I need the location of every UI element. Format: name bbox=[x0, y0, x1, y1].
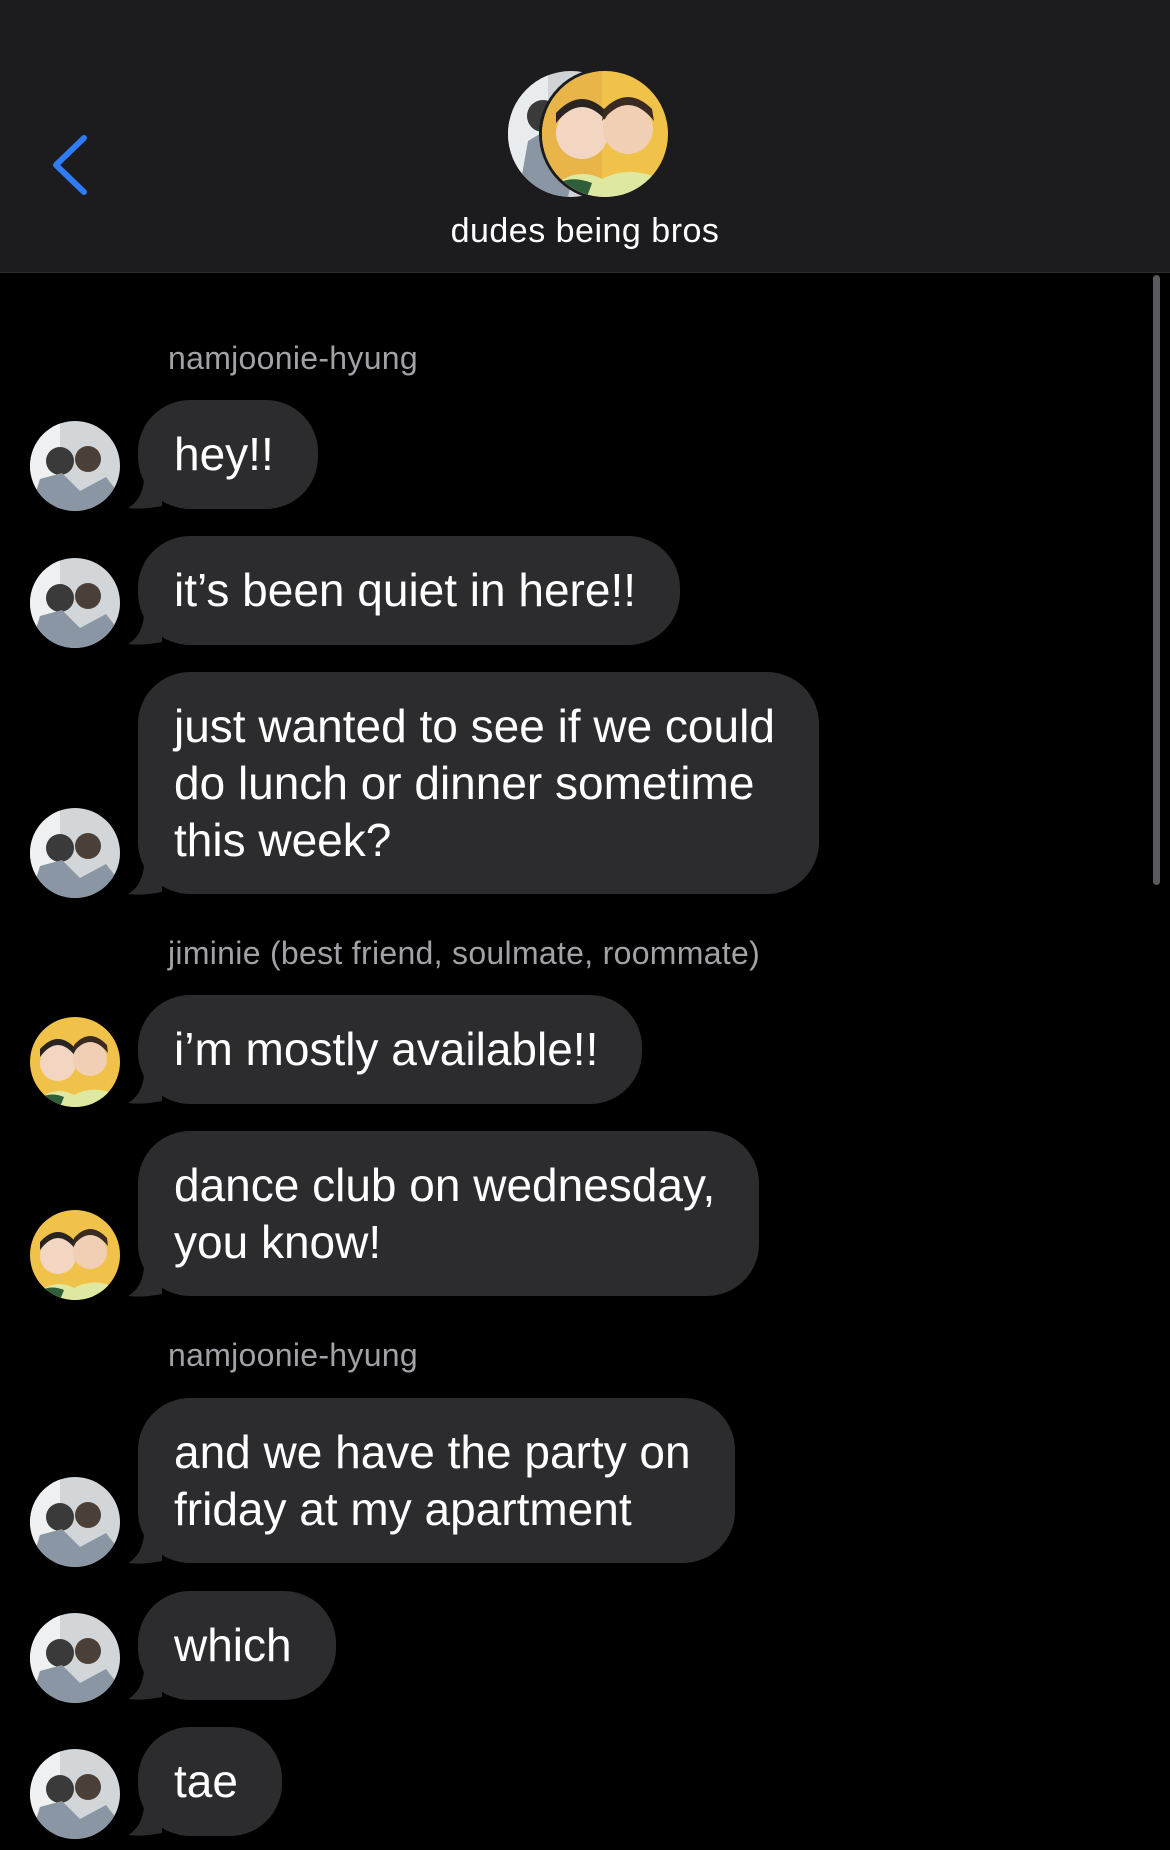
message-text: i’m mostly available!! bbox=[174, 1023, 599, 1075]
avatar-namjoon[interactable] bbox=[30, 421, 120, 511]
scrollbar[interactable] bbox=[1153, 275, 1160, 885]
message-text: tae bbox=[174, 1755, 238, 1807]
message-line: and we have the party on bbox=[174, 1426, 691, 1478]
avatar-namjoon[interactable] bbox=[30, 1477, 120, 1567]
message-line: just wanted to see if we could bbox=[174, 700, 775, 752]
sender-name: jiminie (best friend, soulmate, roommate… bbox=[168, 935, 761, 971]
message-line: this week? bbox=[174, 814, 392, 866]
conversation-title[interactable]: dudes being bros bbox=[0, 212, 1170, 251]
avatar-namjoon[interactable] bbox=[30, 808, 120, 898]
message-text: it’s been quiet in here!! bbox=[174, 564, 637, 616]
message-line: friday at my apartment bbox=[174, 1483, 632, 1535]
group-avatar[interactable] bbox=[505, 68, 671, 200]
message-text: and we have the party on friday at my ap… bbox=[174, 1424, 691, 1538]
message-line: dance club on wednesday, bbox=[174, 1159, 716, 1211]
avatar-namjoon[interactable] bbox=[30, 1613, 120, 1703]
message-bubble[interactable]: hey!! bbox=[138, 400, 318, 509]
message-text: dance club on wednesday, you know! bbox=[174, 1157, 715, 1271]
conversation-header: dudes being bros bbox=[0, 0, 1170, 273]
message-bubble[interactable]: i’m mostly available!! bbox=[138, 995, 643, 1104]
back-button[interactable] bbox=[48, 130, 98, 200]
message-line: you know! bbox=[174, 1216, 382, 1268]
message-bubble[interactable]: which bbox=[138, 1591, 336, 1700]
message-text: which bbox=[174, 1619, 292, 1671]
group-avatar-photo-front bbox=[539, 68, 671, 200]
avatar-namjoon[interactable] bbox=[30, 558, 120, 648]
message-bubble[interactable]: and we have the party on friday at my ap… bbox=[138, 1398, 735, 1563]
message-text: hey!! bbox=[174, 428, 274, 480]
message-text: just wanted to see if we could do lunch … bbox=[174, 698, 775, 869]
sender-name: namjoonie-hyung bbox=[168, 340, 418, 376]
message-bubble[interactable]: dance club on wednesday, you know! bbox=[138, 1131, 760, 1296]
avatar-jimin[interactable] bbox=[30, 1210, 120, 1300]
chevron-left-icon bbox=[53, 135, 87, 195]
avatar-namjoon[interactable] bbox=[30, 1749, 120, 1839]
message-bubble[interactable]: just wanted to see if we could do lunch … bbox=[138, 672, 819, 894]
avatar-jimin[interactable] bbox=[30, 1017, 120, 1107]
message-line: do lunch or dinner sometime bbox=[174, 757, 755, 809]
message-bubble[interactable]: it’s been quiet in here!! bbox=[138, 536, 681, 645]
message-bubble[interactable]: tae bbox=[138, 1727, 282, 1836]
sender-name: namjoonie-hyung bbox=[168, 1337, 418, 1373]
